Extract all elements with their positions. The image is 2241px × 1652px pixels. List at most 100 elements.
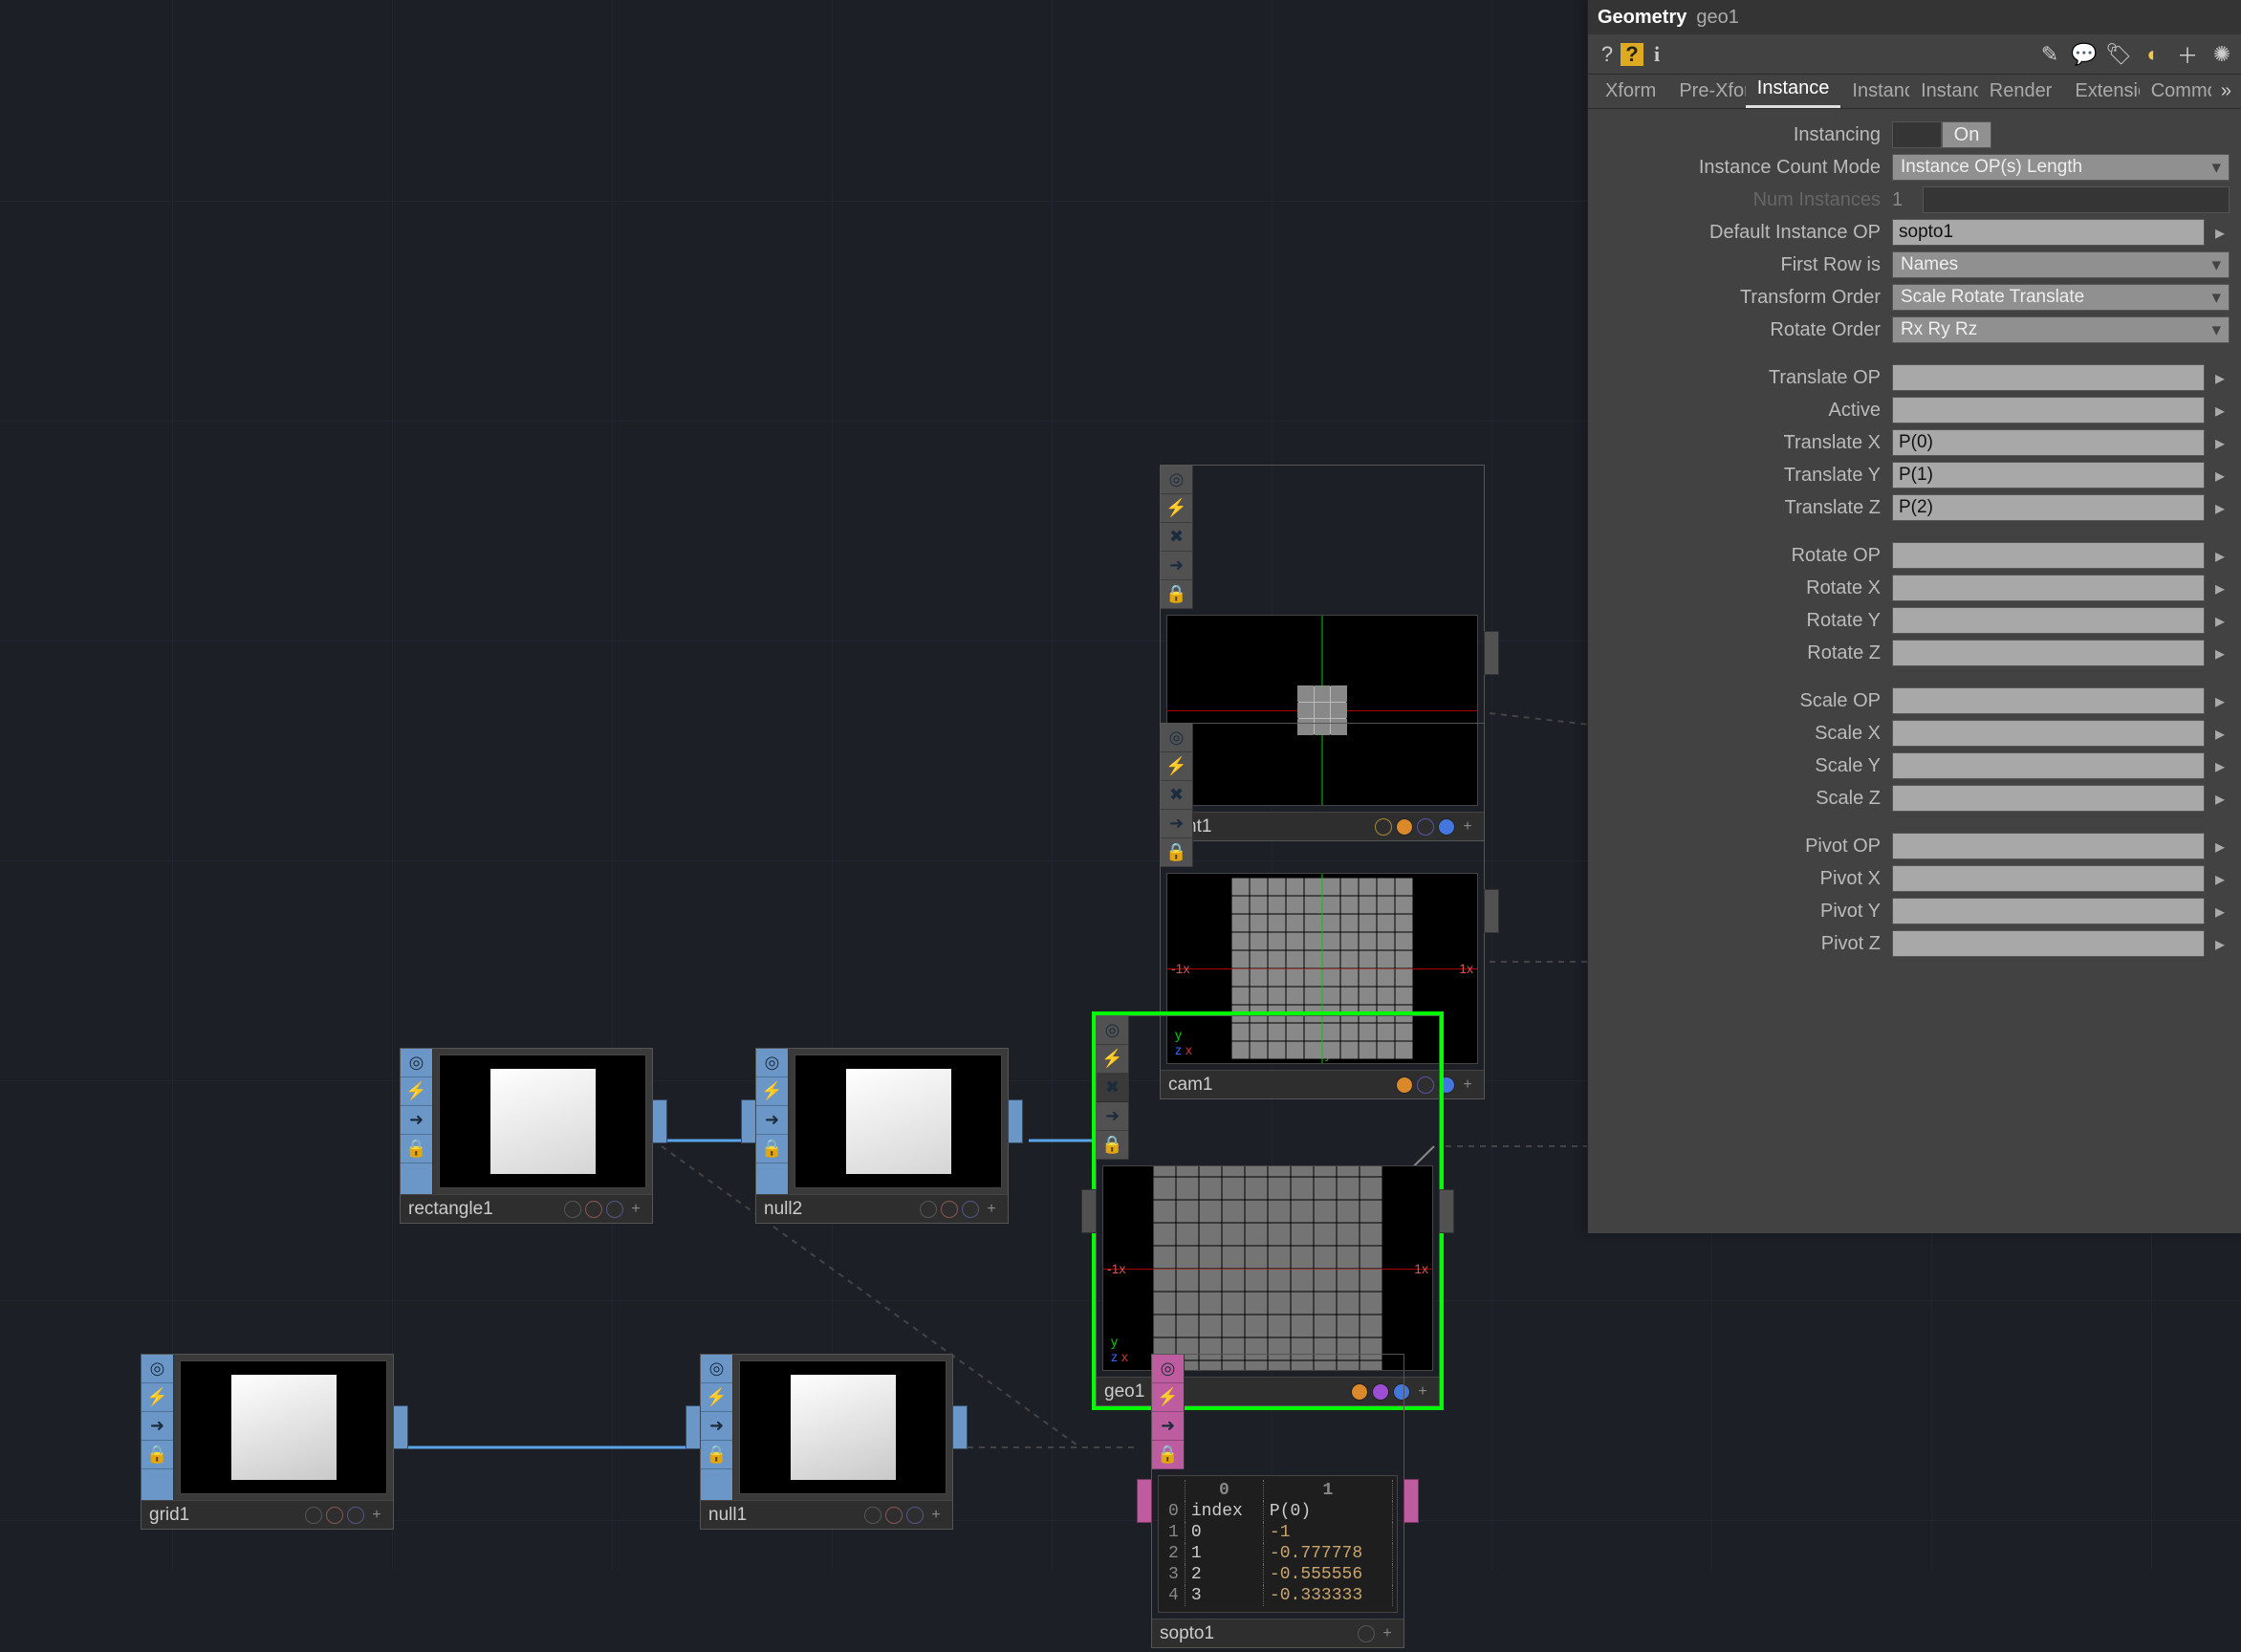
lock-icon[interactable]: 🔒	[1161, 838, 1192, 867]
node-rectangle1[interactable]: ◎ ⚡ ➜ 🔒 rectangle1 +	[400, 1048, 653, 1224]
default-instance-op-input[interactable]	[1892, 219, 2205, 246]
translate-x-input[interactable]	[1892, 429, 2205, 456]
arrow-icon[interactable]: ➜	[141, 1412, 173, 1441]
flag[interactable]	[305, 1507, 322, 1524]
plus-icon[interactable]: +	[983, 1201, 1000, 1218]
help-icon[interactable]: ?	[1594, 41, 1621, 68]
target-icon[interactable]: ◎	[1161, 466, 1192, 494]
arrow-icon[interactable]: ➜	[401, 1106, 432, 1135]
flag[interactable]	[864, 1507, 881, 1524]
info-icon[interactable]: i	[1643, 41, 1670, 68]
rotate-order-dropdown[interactable]: Rx Ry Rz	[1892, 316, 2230, 343]
plus-icon[interactable]: +	[1459, 1076, 1476, 1094]
pencil-icon[interactable]: ✎	[2036, 41, 2063, 68]
tab-extension[interactable]: Extension	[2063, 75, 2139, 108]
flag[interactable]	[347, 1507, 364, 1524]
flag[interactable]	[606, 1201, 623, 1218]
flag[interactable]	[962, 1201, 979, 1218]
picker-icon[interactable]: ▸	[2210, 462, 2230, 489]
input-connector[interactable]	[741, 1099, 756, 1143]
rotate-op-input[interactable]	[1892, 542, 2205, 569]
bolt-icon[interactable]: ⚡	[1152, 1383, 1184, 1412]
tab-prexform[interactable]: Pre-Xform	[1667, 75, 1745, 108]
flag[interactable]	[585, 1201, 602, 1218]
node-null2[interactable]: ◎ ⚡ ➜ 🔒 null2 +	[755, 1048, 1009, 1224]
output-connector[interactable]	[652, 1099, 667, 1143]
parameter-panel[interactable]: Geometry geo1 ? ? i ✎ 💬 🏷 ◐ ＋ ✺ Xform Pr…	[1587, 0, 2241, 1233]
output-connector[interactable]	[1403, 1479, 1419, 1523]
picker-icon[interactable]: ▸	[2210, 720, 2230, 747]
picker-icon[interactable]: ▸	[2210, 607, 2230, 634]
tab-xform[interactable]: Xform	[1594, 75, 1667, 108]
node-grid1[interactable]: ◎ ⚡ ➜ 🔒 grid1 +	[141, 1354, 394, 1530]
bolt-icon[interactable]: ⚡	[701, 1383, 732, 1412]
picker-icon[interactable]: ▸	[2210, 687, 2230, 714]
picker-icon[interactable]: ▸	[2210, 865, 2230, 892]
pivot-x-input[interactable]	[1892, 865, 2205, 892]
arrow-icon[interactable]: ➜	[1152, 1412, 1184, 1441]
picker-icon[interactable]: ▸	[2210, 397, 2230, 424]
input-connector[interactable]	[1081, 1189, 1097, 1233]
plus-icon[interactable]: +	[627, 1201, 644, 1218]
plus-icon[interactable]: ＋	[2174, 41, 2201, 68]
target-icon[interactable]: ◎	[701, 1355, 732, 1383]
target-icon[interactable]: ◎	[756, 1049, 788, 1077]
lock-icon[interactable]: 🔒	[401, 1135, 432, 1163]
lock-icon[interactable]: 🔒	[701, 1441, 732, 1469]
sun-icon[interactable]: ✺	[2208, 41, 2235, 68]
target-icon[interactable]: ◎	[1152, 1355, 1184, 1383]
arrow-icon[interactable]: ➜	[701, 1412, 732, 1441]
bolt-icon[interactable]: ⚡	[756, 1077, 788, 1106]
help-box-icon[interactable]: ?	[1621, 43, 1643, 66]
scale-y-input[interactable]	[1892, 752, 2205, 779]
lock-icon[interactable]: 🔒	[1152, 1441, 1184, 1469]
tab-instance2[interactable]: Instance	[1840, 75, 1909, 108]
picker-icon[interactable]: ▸	[2210, 785, 2230, 812]
picker-icon[interactable]: ▸	[2210, 429, 2230, 456]
target-icon[interactable]: ◎	[1097, 1016, 1128, 1045]
xform-order-dropdown[interactable]: Scale Rotate Translate	[1892, 284, 2230, 311]
lock-icon[interactable]: 🔒	[141, 1441, 173, 1469]
arrow-icon[interactable]: ➜	[756, 1106, 788, 1135]
flag[interactable]	[920, 1201, 937, 1218]
input-connector[interactable]	[1137, 1479, 1152, 1523]
pivot-op-input[interactable]	[1892, 833, 2205, 859]
plus-icon[interactable]: +	[1414, 1383, 1431, 1401]
bolt-icon[interactable]: ⚡	[141, 1383, 173, 1412]
lock-icon[interactable]: 🔒	[1161, 580, 1192, 609]
bolt-icon[interactable]: ⚡	[1097, 1045, 1128, 1074]
output-connector[interactable]	[1484, 631, 1499, 675]
flag[interactable]	[564, 1201, 581, 1218]
picker-icon[interactable]: ▸	[2210, 930, 2230, 957]
arrow-icon[interactable]: ➜	[1161, 552, 1192, 580]
picker-icon[interactable]: ▸	[2210, 640, 2230, 666]
x-icon[interactable]: ✖	[1097, 1074, 1128, 1102]
x-icon[interactable]: ✖	[1161, 523, 1192, 552]
comment-icon[interactable]: 💬	[2071, 41, 2098, 68]
rotate-y-input[interactable]	[1892, 607, 2205, 634]
python-icon[interactable]: ◐	[2140, 41, 2166, 68]
tab-common[interactable]: Common	[2140, 75, 2211, 108]
bolt-icon[interactable]: ⚡	[1161, 752, 1192, 781]
scale-z-input[interactable]	[1892, 785, 2205, 812]
pivot-z-input[interactable]	[1892, 930, 2205, 957]
node-geo1[interactable]: ◎ ⚡ ✖ ➜ 🔒 -1x 1x for(let i=0;i<100;i++)d…	[1096, 1015, 1440, 1406]
picker-icon[interactable]: ▸	[2210, 364, 2230, 391]
bolt-icon[interactable]: ⚡	[1161, 494, 1192, 523]
first-row-dropdown[interactable]: Names	[1892, 251, 2230, 278]
picker-icon[interactable]: ▸	[2210, 542, 2230, 569]
target-icon[interactable]: ◎	[1161, 724, 1192, 752]
picker-icon[interactable]: ▸	[2210, 833, 2230, 859]
target-icon[interactable]: ◎	[141, 1355, 173, 1383]
instancing-toggle[interactable]: On	[1892, 121, 1991, 148]
scale-op-input[interactable]	[1892, 687, 2205, 714]
tab-render[interactable]: Render	[1978, 75, 2064, 108]
translate-op-input[interactable]	[1892, 364, 2205, 391]
output-connector[interactable]	[1439, 1189, 1454, 1233]
rotate-x-input[interactable]	[1892, 575, 2205, 601]
translate-z-input[interactable]	[1892, 494, 2205, 521]
bolt-icon[interactable]: ⚡	[401, 1077, 432, 1106]
flag[interactable]	[885, 1507, 903, 1524]
output-connector[interactable]	[393, 1405, 408, 1449]
count-mode-dropdown[interactable]: Instance OP(s) Length	[1892, 154, 2230, 181]
